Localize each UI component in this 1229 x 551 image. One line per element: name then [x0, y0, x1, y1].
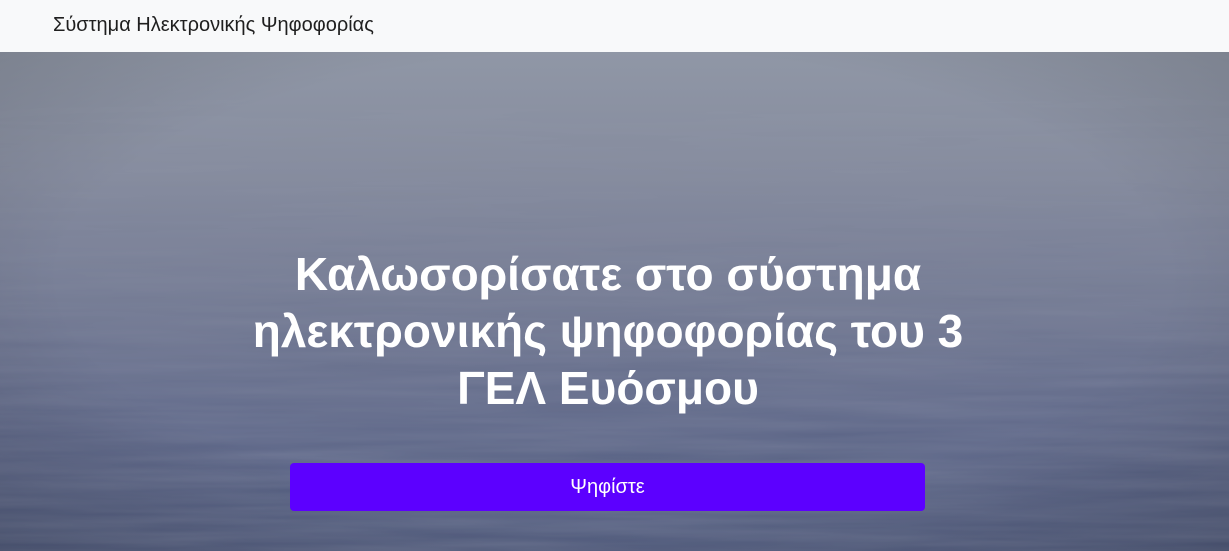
- vote-button[interactable]: Ψηφίστε: [290, 463, 925, 511]
- navbar: Σύστημα Ηλεκτρονικής Ψηφοφορίας: [0, 0, 1229, 52]
- hero-title: Καλωσορίσατε στο σύστημα ηλεκτρονικής ψη…: [252, 248, 964, 414]
- navbar-brand[interactable]: Σύστημα Ηλεκτρονικής Ψηφοφορίας: [53, 13, 374, 37]
- hero-section: Καλωσορίσατε στο σύστημα ηλεκτρονικής ψη…: [0, 52, 1229, 551]
